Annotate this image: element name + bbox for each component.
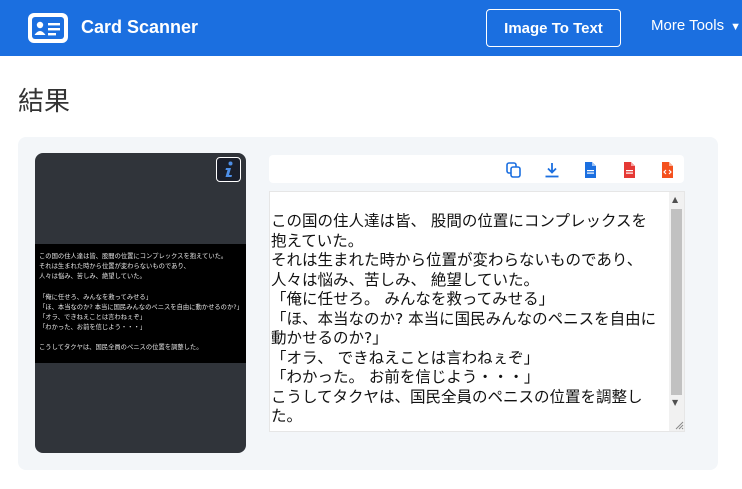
top-navbar: Card Scanner Image To Text More Tools ▼: [0, 0, 742, 56]
result-line: 動かせるのか?」: [271, 329, 388, 347]
result-toolbar: [269, 155, 684, 183]
result-line: 「わかった。 お前を信じよう・・・」: [271, 368, 540, 386]
preview-line: 「俺に任せろ、みんなを救ってみせる」: [39, 294, 153, 301]
more-tools-menu[interactable]: More Tools ▼: [651, 17, 741, 34]
more-tools-label: More Tools: [651, 17, 725, 34]
doc-file-icon[interactable]: [581, 161, 599, 179]
scroll-up-arrow-icon[interactable]: ▲: [672, 195, 678, 204]
page-title: 結果: [18, 87, 71, 117]
resize-handle-icon[interactable]: [675, 421, 684, 430]
result-line: 人々は悩み、苦しみ、 絶望していた。: [271, 270, 539, 289]
copy-icon[interactable]: [505, 161, 523, 179]
preview-line: 「わかった、お前を信じよう・・・」: [39, 324, 147, 331]
scrollbar-thumb[interactable]: [671, 209, 682, 395]
preview-line: この国の住人達は皆、股間の位置にコンプレックスを抱えていた。: [39, 253, 228, 260]
preview-image-text-strip: この国の住人達は皆、股間の位置にコンプレックスを抱えていた。 それは生まれた時か…: [35, 244, 246, 363]
result-line: こうしてタクヤは、国民全員のペニスの位置を調整し: [271, 387, 643, 406]
html-file-icon[interactable]: [658, 161, 676, 179]
result-line: この国の住人達は皆、 股間の位置にコンプレックスを: [271, 212, 647, 230]
preview-line: それは生まれた時から位置が変わらないものであり、: [39, 263, 190, 270]
preview-line: 「オラ、できねえことは言わねぇぞ」: [39, 314, 146, 321]
pdf-file-icon[interactable]: [620, 161, 638, 179]
result-text[interactable]: この国の住人達は皆、 股間の位置にコンプレックスを 抱えていた。 それは生まれた…: [271, 212, 667, 427]
result-line: 「ほ、本当なのか? 本当に国民みんなのペニスを自由に: [271, 309, 657, 328]
preview-line: 人々は悩み、苦しみ、絶望していた。: [39, 273, 146, 280]
info-button[interactable]: [216, 157, 241, 182]
info-icon: [225, 161, 232, 177]
result-line: 「俺に任せろ。 みんなを救ってみせる」: [271, 290, 555, 308]
scroll-down-arrow-icon[interactable]: ▼: [672, 398, 678, 407]
preview-line: 「ほ、本当なのか? 本当に国民みんなのペニスを自由に動かせるのか?」: [39, 304, 243, 311]
card-scanner-logo-icon[interactable]: [27, 12, 69, 44]
result-line: 抱えていた。: [271, 231, 364, 250]
download-icon[interactable]: [543, 161, 561, 179]
result-line: それは生まれた時から位置が変わらないものであり、: [271, 251, 643, 269]
preview-line: こうしてタクヤは、国民全員のペニスの位置を調整した。: [39, 344, 203, 351]
chevron-down-icon: ▼: [730, 21, 741, 33]
result-line: 「オラ、 できねえことは言わねぇぞ」: [271, 348, 540, 367]
brand-name[interactable]: Card Scanner: [81, 17, 198, 38]
result-line: た。: [271, 407, 303, 425]
image-to-text-button[interactable]: Image To Text: [486, 9, 621, 47]
